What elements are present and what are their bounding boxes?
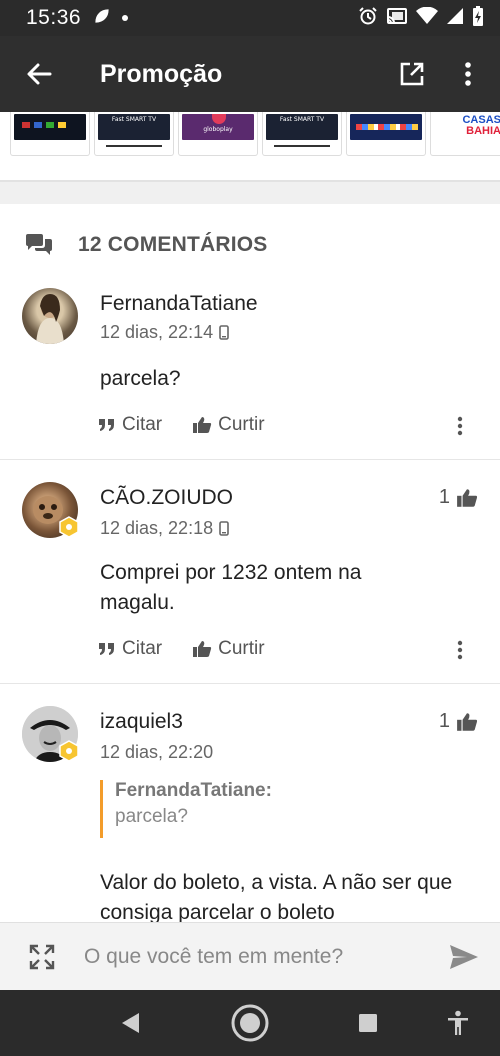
like-count[interactable]: 1 <box>439 486 478 509</box>
nav-back-button[interactable] <box>100 990 160 1056</box>
thumbnail-label: globoplay <box>203 126 233 133</box>
recents-square-icon <box>359 1014 377 1032</box>
home-circle-icon <box>231 1004 269 1042</box>
comment-item: izaquiel3 1 12 dias, 22:20 FernandaTatia… <box>0 684 500 922</box>
quote-author[interactable]: FernandaTatiane: <box>115 780 272 802</box>
wifi-icon <box>416 6 438 30</box>
comment-author[interactable]: FernandaTatiane <box>100 292 258 316</box>
comment-time: 12 dias, 22:20 <box>100 742 214 762</box>
comment-time: 12 dias, 22:14 <box>100 322 214 342</box>
dot-icon <box>121 9 129 27</box>
leaf-notification-icon <box>93 7 111 30</box>
status-bar: 15:36 <box>0 0 500 36</box>
page-title: Promoção <box>100 59 223 88</box>
expand-icon <box>29 944 55 969</box>
product-thumbnail[interactable]: Fast SMART TV <box>262 112 342 156</box>
comment-time: 12 dias, 22:18 <box>100 518 214 538</box>
mobile-icon <box>219 521 229 536</box>
thumbnail-label: Fast SMART TV <box>111 116 157 123</box>
quote-icon <box>99 419 114 431</box>
mobile-icon <box>219 325 229 340</box>
comment-text: Valor do boleto, a vista. A não ser que … <box>100 871 453 922</box>
comment-composer <box>0 922 500 990</box>
product-thumbnail[interactable]: Fast SMART TV <box>94 112 174 156</box>
accessibility-icon <box>448 1010 468 1035</box>
send-icon <box>450 944 478 969</box>
more-vertical-icon <box>457 416 463 436</box>
more-vertical-icon <box>465 62 471 86</box>
like-label: Curtir <box>218 638 265 659</box>
comment-author[interactable]: CÃO.ZOIUDO <box>100 486 233 510</box>
cite-label: Citar <box>122 414 163 435</box>
like-count-value: 1 <box>438 486 450 508</box>
like-label: Curtir <box>218 414 265 435</box>
cast-icon <box>386 7 408 30</box>
like-count-value: 1 <box>438 710 450 732</box>
battery-charging-icon <box>472 5 484 32</box>
comments-header: 12 COMENTÁRIOS <box>0 222 500 268</box>
comments-icon <box>26 234 52 255</box>
comment-more-button[interactable] <box>448 635 472 665</box>
arrow-left-icon <box>27 63 52 85</box>
nav-recents-button[interactable] <box>338 990 398 1056</box>
thumbs-up-icon <box>457 488 478 507</box>
back-button[interactable] <box>0 36 78 112</box>
quote-text: parcela? <box>115 806 188 827</box>
level-badge-icon <box>59 516 79 538</box>
open-external-button[interactable] <box>384 36 440 112</box>
expand-button[interactable] <box>0 943 84 971</box>
brand-line2: BAHIA <box>466 125 500 137</box>
quoted-comment: FernandaTatiane: parcela? <box>100 780 272 838</box>
comment-item: FernandaTatiane 12 dias, 22:14 parcela? … <box>0 282 500 460</box>
thumbs-up-icon <box>457 712 478 731</box>
thumbnail-label: Fast SMART TV <box>279 116 325 123</box>
cite-label: Citar <box>122 638 163 659</box>
store-logo[interactable]: CASAS BAHIA <box>430 112 500 156</box>
cite-button[interactable]: Citar <box>98 414 162 436</box>
product-image-strip: Fast SMART TV globoplay Fast SMART TV CA… <box>0 112 500 182</box>
open-external-icon <box>400 62 424 86</box>
comment-more-button[interactable] <box>448 411 472 441</box>
section-divider <box>0 182 500 204</box>
signal-icon <box>446 7 464 30</box>
product-thumbnail[interactable]: globoplay <box>178 112 258 156</box>
product-thumbnail[interactable] <box>10 112 90 156</box>
back-triangle-icon <box>122 1013 139 1033</box>
send-button[interactable] <box>428 944 500 970</box>
quote-icon <box>99 643 114 655</box>
more-options-button[interactable] <box>440 36 496 112</box>
like-button[interactable]: Curtir <box>192 414 265 436</box>
like-button[interactable]: Curtir <box>192 638 265 660</box>
level-badge-icon <box>59 740 79 762</box>
system-nav-bar <box>0 990 500 1056</box>
more-vertical-icon <box>457 640 463 660</box>
comment-author[interactable]: izaquiel3 <box>100 710 183 734</box>
cite-button[interactable]: Citar <box>98 638 162 660</box>
comment-input[interactable] <box>84 932 428 981</box>
comments-count-title: 12 COMENTÁRIOS <box>78 233 268 256</box>
avatar[interactable] <box>22 288 78 344</box>
comment-text: parcela? <box>100 367 181 390</box>
status-time: 15:36 <box>26 6 82 29</box>
product-thumbnail[interactable] <box>346 112 426 156</box>
like-count[interactable]: 1 <box>439 710 478 733</box>
nav-home-button[interactable] <box>220 990 280 1056</box>
nav-accessibility-button[interactable] <box>428 990 488 1056</box>
thumbs-up-icon <box>193 417 212 433</box>
thumbs-up-icon <box>193 641 212 657</box>
comment-text: Comprei por 1232 ontem na magalu. <box>100 561 362 614</box>
comment-item: CÃO.ZOIUDO 1 12 dias, 22:18 Comprei por … <box>0 460 500 684</box>
alarm-icon <box>358 6 378 31</box>
app-bar: Promoção <box>0 36 500 112</box>
